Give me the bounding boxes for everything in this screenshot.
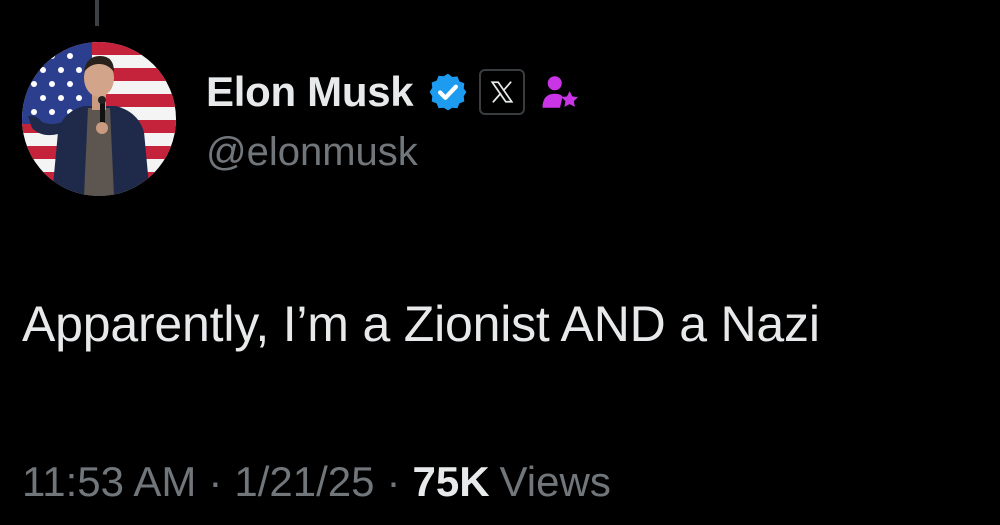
views-count[interactable]: 75K [412,458,489,506]
post-meta: 11:53 AM · 1/21/25 · 75K Views [22,458,611,506]
meta-separator: · [386,458,401,505]
x-logo-icon[interactable] [479,69,526,115]
thread-connector-line [95,0,99,26]
verified-badge-icon[interactable] [427,71,469,113]
author-name-row: Elon Musk [206,62,581,122]
author-handle[interactable]: @elonmusk [206,130,418,175]
tweet: Elon Musk @elonmusk Apparently, I’m a Zi… [0,0,1000,525]
role-person-star-icon[interactable] [539,71,581,113]
views-label[interactable]: Views [500,458,611,506]
post-text: Apparently, I’m a Zionist AND a Nazi [22,296,820,352]
avatar[interactable] [22,42,176,196]
post-date[interactable]: 1/21/25 [234,458,374,506]
meta-separator: · [208,458,223,505]
author-display-name[interactable]: Elon Musk [206,68,414,116]
post-time[interactable]: 11:53 AM [22,458,196,506]
